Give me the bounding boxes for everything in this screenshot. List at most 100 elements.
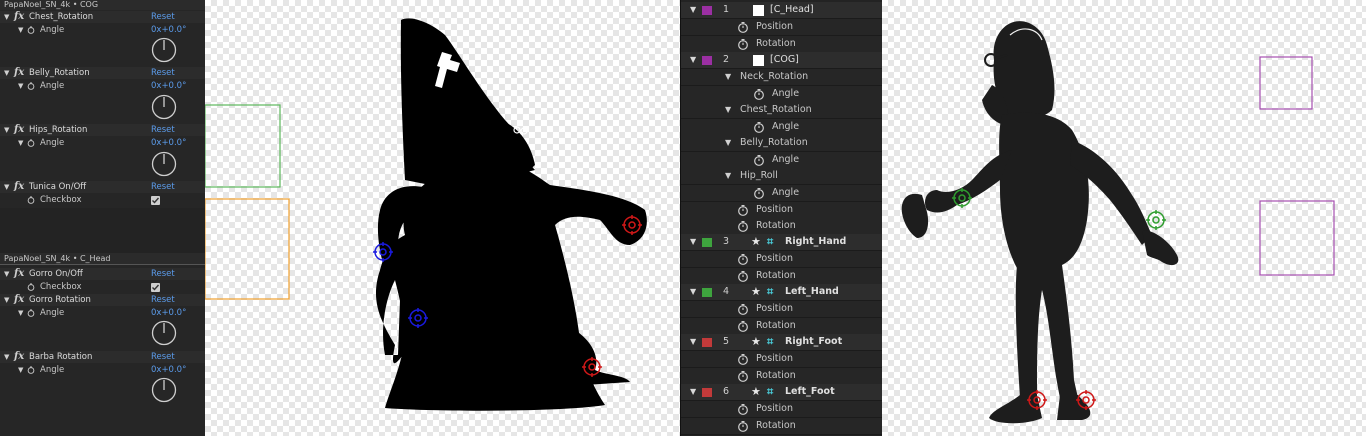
expand-triangle-icon[interactable]: ▼	[725, 138, 731, 147]
fx-icon[interactable]: fx	[14, 294, 24, 306]
angle-value[interactable]: 0x+0.0°	[151, 364, 186, 376]
layer-row[interactable]: ▼ 5 ★ ⌗ Right_Foot	[681, 334, 882, 351]
stopwatch-icon[interactable]	[737, 38, 749, 50]
property-row[interactable]: Rotation	[681, 268, 882, 285]
fx-icon[interactable]: fx	[14, 67, 24, 79]
checkbox[interactable]	[151, 283, 160, 292]
checkbox[interactable]	[151, 196, 160, 205]
angle-dial[interactable]	[151, 151, 177, 177]
effect-gorro-onoff[interactable]: ▼ fx Gorro On/Off Reset	[0, 268, 205, 280]
label-color-swatch[interactable]	[702, 238, 712, 247]
control-box-purple[interactable]	[1259, 200, 1335, 276]
effect-barba-rotation[interactable]: ▼ fx Barba Rotation Reset	[0, 351, 205, 363]
property-row[interactable]: Position	[681, 202, 882, 219]
expand-triangle-icon[interactable]: ▼	[4, 351, 9, 363]
expand-triangle-icon[interactable]: ▼	[690, 55, 696, 64]
label-color-swatch[interactable]	[702, 338, 712, 347]
expand-triangle-icon[interactable]: ▼	[18, 307, 23, 319]
stopwatch-icon[interactable]	[753, 187, 765, 199]
angle-value[interactable]: 0x+0.0°	[151, 80, 186, 92]
effect-belly-rotation[interactable]: ▼ fx Belly_Rotation Reset	[0, 67, 205, 79]
stopwatch-icon[interactable]	[737, 370, 749, 382]
expand-triangle-icon[interactable]: ▼	[725, 171, 731, 180]
reset-button[interactable]: Reset	[151, 11, 175, 23]
stopwatch-icon[interactable]	[27, 366, 35, 374]
expand-triangle-icon[interactable]: ▼	[4, 124, 9, 136]
expand-triangle-icon[interactable]: ▼	[4, 294, 9, 306]
layer-row[interactable]: ▼ 3 ★ ⌗ Right_Hand	[681, 234, 882, 251]
property-row[interactable]: Angle	[681, 152, 882, 169]
angle-dial[interactable]	[151, 320, 177, 346]
fx-icon[interactable]: fx	[14, 124, 24, 136]
stopwatch-icon[interactable]	[753, 121, 765, 133]
reset-button[interactable]: Reset	[151, 124, 175, 136]
stopwatch-icon[interactable]	[737, 270, 749, 282]
effect-tunica-onoff[interactable]: ▼ fx Tunica On/Off Reset	[0, 181, 205, 193]
stopwatch-icon[interactable]	[737, 21, 749, 33]
property-row[interactable]: Angle	[681, 119, 882, 136]
reset-button[interactable]: Reset	[151, 268, 175, 280]
property-row[interactable]: Angle	[681, 185, 882, 202]
angle-dial[interactable]	[151, 37, 177, 63]
layer-row[interactable]: ▼ 1 [C_Head]	[681, 2, 882, 19]
angle-dial[interactable]	[151, 94, 177, 120]
stopwatch-icon[interactable]	[27, 283, 35, 291]
stopwatch-icon[interactable]	[737, 220, 749, 232]
expand-triangle-icon[interactable]: ▼	[4, 268, 9, 280]
layer-name[interactable]: Left_Foot	[785, 386, 835, 397]
angle-dial[interactable]	[151, 377, 177, 403]
fx-icon[interactable]: fx	[14, 11, 24, 23]
control-target-right-hand[interactable]	[1146, 210, 1166, 230]
expand-triangle-icon[interactable]: ▼	[725, 72, 731, 81]
fx-icon[interactable]: fx	[14, 351, 24, 363]
layer-name[interactable]: [C_Head]	[770, 4, 814, 15]
layer-name[interactable]: Left_Hand	[785, 286, 839, 297]
expand-triangle-icon[interactable]: ▼	[18, 24, 23, 36]
effect-chest-rotation[interactable]: ▼ fx Chest_Rotation Reset	[0, 11, 205, 23]
property-row[interactable]: Rotation	[681, 36, 882, 53]
effect-group-row[interactable]: ▼ Hip_Roll	[681, 168, 882, 185]
expand-triangle-icon[interactable]: ▼	[690, 337, 696, 346]
stopwatch-icon[interactable]	[27, 139, 35, 147]
stopwatch-icon[interactable]	[27, 26, 35, 34]
label-color-swatch[interactable]	[702, 288, 712, 297]
layer-row[interactable]: ▼ 4 ★ ⌗ Left_Hand	[681, 284, 882, 301]
reset-button[interactable]: Reset	[151, 67, 175, 79]
layer-name[interactable]: [COG]	[770, 54, 799, 65]
effect-group-row[interactable]: ▼ Chest_Rotation	[681, 102, 882, 119]
expand-triangle-icon[interactable]: ▼	[690, 237, 696, 246]
property-row[interactable]: Position	[681, 401, 882, 418]
effect-gorro-rotation[interactable]: ▼ fx Gorro Rotation Reset	[0, 294, 205, 306]
property-row[interactable]: Rotation	[681, 418, 882, 435]
reset-button[interactable]: Reset	[151, 181, 175, 193]
effect-group-row[interactable]: ▼ Belly_Rotation	[681, 135, 882, 152]
property-row[interactable]: Rotation	[681, 218, 882, 235]
stopwatch-icon[interactable]	[737, 320, 749, 332]
property-row[interactable]: Angle	[681, 86, 882, 103]
angle-value[interactable]: 0x+0.0°	[151, 307, 186, 319]
expand-triangle-icon[interactable]: ▼	[18, 80, 23, 92]
expand-triangle-icon[interactable]: ▼	[725, 105, 731, 114]
expand-triangle-icon[interactable]: ▼	[690, 5, 696, 14]
property-row[interactable]: Position	[681, 301, 882, 318]
property-row[interactable]: Position	[681, 19, 882, 36]
layer-row[interactable]: ▼ 2 [COG]	[681, 52, 882, 69]
stopwatch-icon[interactable]	[737, 353, 749, 365]
stopwatch-icon[interactable]	[737, 403, 749, 415]
stopwatch-icon[interactable]	[737, 420, 749, 432]
property-row[interactable]: Rotation	[681, 368, 882, 385]
control-box-green[interactable]	[205, 104, 281, 188]
layer-name[interactable]: Right_Foot	[785, 336, 842, 347]
stopwatch-icon[interactable]	[737, 204, 749, 216]
stopwatch-icon[interactable]	[27, 196, 35, 204]
expand-triangle-icon[interactable]: ▼	[690, 287, 696, 296]
angle-value[interactable]: 0x+0.0°	[151, 137, 186, 149]
reset-button[interactable]: Reset	[151, 294, 175, 306]
control-box-orange[interactable]	[205, 198, 290, 300]
stopwatch-icon[interactable]	[27, 82, 35, 90]
stopwatch-icon[interactable]	[753, 88, 765, 100]
layer-row[interactable]: ▼ 6 ★ ⌗ Left_Foot	[681, 384, 882, 401]
fx-icon[interactable]: fx	[14, 268, 24, 280]
expand-triangle-icon[interactable]: ▼	[4, 67, 9, 79]
stopwatch-icon[interactable]	[27, 309, 35, 317]
